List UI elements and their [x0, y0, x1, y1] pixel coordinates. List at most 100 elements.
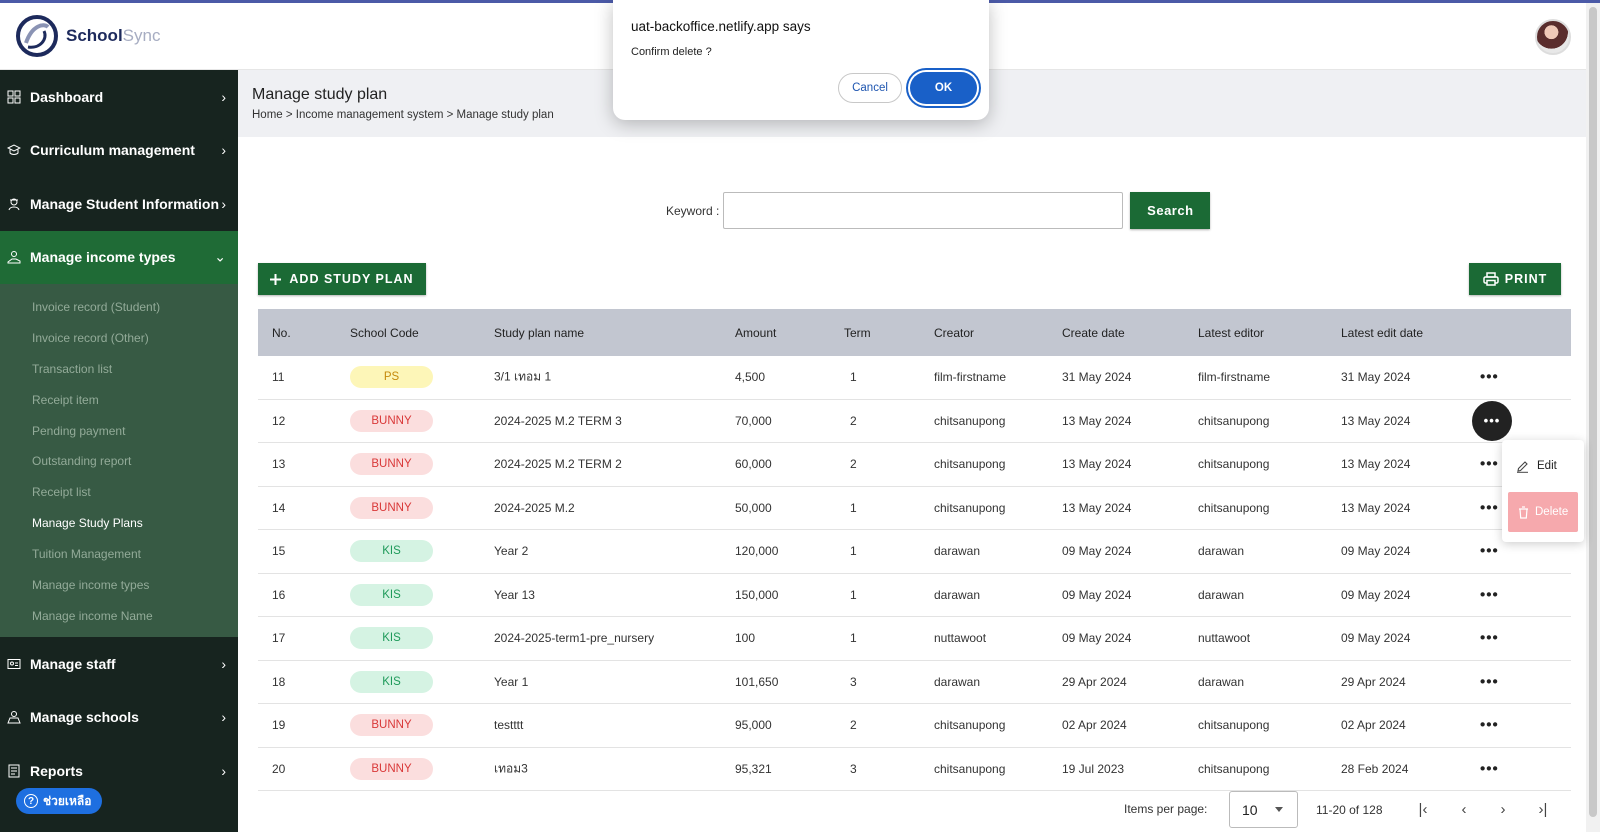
- sidebar-subitem[interactable]: Manage income Name: [0, 601, 238, 632]
- sidebar-subitem[interactable]: Invoice record (Other): [0, 323, 238, 354]
- sidebar-subitem[interactable]: Transaction list: [0, 354, 238, 385]
- last-page-icon[interactable]: ›|: [1534, 800, 1552, 818]
- cell-plan-name: testttt: [494, 718, 524, 733]
- more-actions-button[interactable]: •••: [1480, 543, 1499, 560]
- cell-school-code: PS: [350, 366, 433, 389]
- sidebar-subitem[interactable]: Receipt list: [0, 477, 238, 508]
- more-icon: •••: [1480, 716, 1499, 734]
- chevron-right-icon: ›: [221, 195, 226, 212]
- more-actions-button[interactable]: •••: [1472, 400, 1512, 441]
- print-button[interactable]: PRINT: [1469, 263, 1561, 295]
- school-code-badge: KIS: [350, 540, 433, 563]
- sidebar-subitem[interactable]: Invoice record (Student): [0, 292, 238, 323]
- more-actions-button[interactable]: •••: [1480, 499, 1499, 516]
- sidebar-item-income-types[interactable]: Manage income types ⌄: [0, 230, 238, 284]
- sidebar-item-curriculum[interactable]: Curriculum management ›: [0, 124, 238, 178]
- cell-term: 3: [850, 761, 857, 776]
- help-button[interactable]: ? ช่วยเหลือ: [16, 788, 102, 814]
- sidebar-subitem[interactable]: Receipt item: [0, 385, 238, 416]
- sidebar-subitem[interactable]: Outstanding report: [0, 446, 238, 477]
- cell-creator: film-firstname: [934, 370, 1007, 385]
- sidebar-subitem[interactable]: Tuition Management: [0, 539, 238, 570]
- sidebar-item-student-info[interactable]: Manage Student Information ›: [0, 177, 238, 231]
- items-per-page-select[interactable]: 10: [1229, 791, 1298, 828]
- first-page-icon[interactable]: |‹: [1414, 800, 1432, 818]
- sidebar-subitem[interactable]: Pending payment: [0, 416, 238, 447]
- edit-menu-item[interactable]: Edit: [1502, 452, 1584, 480]
- cancel-button[interactable]: Cancel: [838, 73, 902, 103]
- col-header-create-date[interactable]: Create date: [1062, 326, 1125, 340]
- cell-amount: 150,000: [735, 587, 779, 602]
- prev-page-icon[interactable]: ‹: [1455, 800, 1473, 818]
- trash-icon: [1519, 505, 1528, 519]
- col-header-plan-name[interactable]: Study plan name: [494, 326, 584, 340]
- sidebar-item-label: Dashboard: [30, 88, 104, 105]
- cell-latest-edit-date: 09 May 2024: [1341, 587, 1411, 602]
- table-row[interactable]: 11 PS 3/1 เทอม 1 4,500 1 film-firstname 31 May…: [258, 356, 1571, 400]
- sidebar-item-label: Manage schools: [30, 709, 139, 726]
- table-row[interactable]: 16 KIS Year 13 150,000 1 darawan 09 May 2024 da…: [258, 573, 1571, 617]
- sidebar-item-schools[interactable]: Manage schools ›: [0, 690, 238, 744]
- ok-button[interactable]: OK: [910, 72, 977, 104]
- more-icon: •••: [1480, 760, 1499, 778]
- cell-create-date: 31 May 2024: [1062, 370, 1132, 385]
- cell-plan-name: เทอม3: [494, 761, 528, 776]
- app-logo[interactable]: SchoolSync: [14, 13, 160, 59]
- more-actions-button[interactable]: •••: [1480, 760, 1499, 777]
- sidebar-item-staff[interactable]: Manage staff ›: [0, 637, 238, 691]
- chevron-down-icon: ⌄: [214, 248, 226, 265]
- col-header-latest-edit-date[interactable]: Latest edit date: [1341, 326, 1423, 340]
- dropdown-arrow-icon: [1275, 807, 1283, 812]
- cell-latest-edit-date: 02 Apr 2024: [1341, 718, 1406, 733]
- more-actions-button[interactable]: •••: [1480, 717, 1499, 734]
- cell-creator: nuttawoot: [934, 631, 987, 646]
- table-row[interactable]: 15 KIS Year 2 120,000 1 darawan 09 May 2024 dar…: [258, 530, 1571, 574]
- col-header-term[interactable]: Term: [844, 326, 871, 340]
- cell-school-code: BUNNY: [350, 453, 433, 476]
- cell-latest-editor: chitsanupong: [1198, 457, 1270, 472]
- sidebar-subitem-active[interactable]: Manage Study Plans: [0, 508, 238, 539]
- dialog-title: uat-backoffice.netlify.app says: [631, 19, 811, 34]
- user-avatar[interactable]: [1535, 19, 1571, 55]
- table-row[interactable]: 19 BUNNY testttt 95,000 2 chitsanupong 02 Apr …: [258, 704, 1571, 748]
- col-header-no[interactable]: No.: [272, 326, 291, 340]
- table-row[interactable]: 20 BUNNY เทอม3 95,321 3 chitsanupong 19 Jul 20…: [258, 747, 1571, 791]
- cell-creator: chitsanupong: [934, 457, 1006, 472]
- chevron-right-icon: ›: [221, 709, 226, 726]
- more-actions-button[interactable]: •••: [1480, 369, 1499, 386]
- sidebar-subitem[interactable]: Manage income types: [0, 570, 238, 601]
- table-row[interactable]: 12 BUNNY 2024-2025 M.2 TERM 3 70,000 2 chitsa…: [258, 399, 1571, 443]
- school-code-badge: BUNNY: [350, 409, 433, 432]
- table-row[interactable]: 13 BUNNY 2024-2025 M.2 TERM 2 60,000 2 chitsa…: [258, 443, 1571, 487]
- scrollbar-thumb[interactable]: [1589, 7, 1597, 817]
- cell-no: 18: [272, 674, 286, 689]
- cell-school-code: BUNNY: [350, 496, 433, 519]
- cell-latest-editor: chitsanupong: [1198, 413, 1270, 428]
- table-row[interactable]: 17 KIS 2024-2025-term1-pre_nursery 100 1 nutt…: [258, 617, 1571, 661]
- more-icon: •••: [1480, 368, 1499, 386]
- cell-amount: 95,321: [735, 761, 772, 776]
- delete-menu-item[interactable]: Delete: [1508, 492, 1578, 532]
- sidebar-item-dashboard[interactable]: Dashboard ›: [0, 70, 238, 124]
- cell-no: 17: [272, 631, 286, 646]
- next-page-icon[interactable]: ›: [1494, 800, 1512, 818]
- more-actions-button[interactable]: •••: [1480, 630, 1499, 647]
- col-header-school-code[interactable]: School Code: [350, 326, 419, 340]
- cell-creator: darawan: [934, 544, 981, 559]
- col-header-amount[interactable]: Amount: [735, 326, 776, 340]
- table-header: No. School Code Study plan name Amount T…: [258, 309, 1571, 356]
- col-header-latest-editor[interactable]: Latest editor: [1198, 326, 1264, 340]
- col-header-creator[interactable]: Creator: [934, 326, 974, 340]
- more-actions-button[interactable]: •••: [1480, 456, 1499, 473]
- table-row[interactable]: 14 BUNNY 2024-2025 M.2 50,000 1 chitsanupong 1…: [258, 486, 1571, 530]
- school-code-badge: KIS: [350, 670, 433, 693]
- more-actions-button[interactable]: •••: [1480, 673, 1499, 690]
- cell-no: 11: [272, 370, 285, 385]
- add-study-plan-button[interactable]: ADD STUDY PLAN: [258, 263, 426, 295]
- page-scrollbar[interactable]: [1586, 3, 1600, 832]
- keyword-input[interactable]: [723, 192, 1124, 229]
- confirm-dialog: uat-backoffice.netlify.app says Confirm …: [613, 0, 989, 120]
- search-button[interactable]: Search: [1130, 192, 1211, 229]
- more-actions-button[interactable]: •••: [1480, 586, 1499, 603]
- table-row[interactable]: 18 KIS Year 1 101,650 3 darawan 29 Apr 2024 dar…: [258, 660, 1571, 704]
